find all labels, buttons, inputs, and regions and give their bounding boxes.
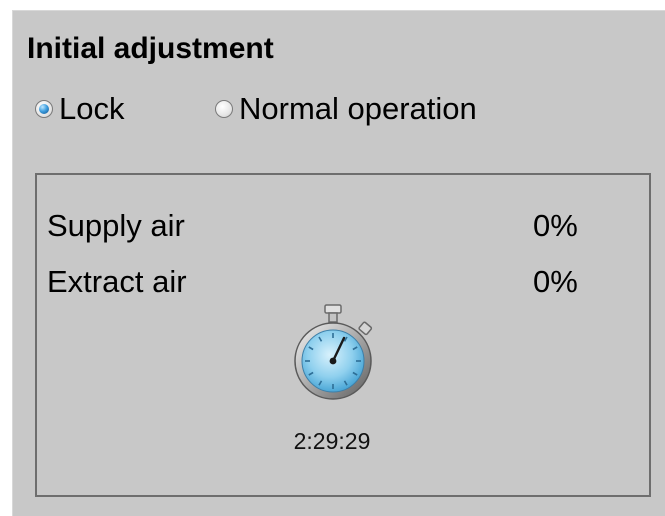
extract-air-value: 0%	[533, 264, 578, 299]
air-status-box: Supply air 0% Extract air 0% 2:29:29	[35, 173, 651, 497]
radio-option-lock[interactable]: Lock	[35, 89, 124, 129]
initial-adjustment-panel: Initial adjustment Lock Normal operation…	[12, 10, 665, 516]
extract-air-label: Extract air	[47, 264, 187, 299]
radio-label-normal-operation: Normal operation	[239, 91, 477, 126]
radio-button-normal-operation[interactable]	[215, 100, 233, 118]
supply-air-label: Supply air	[47, 208, 185, 243]
radio-label-lock: Lock	[59, 91, 125, 126]
radio-button-lock[interactable]	[35, 100, 53, 118]
timer-value: 2:29:29	[293, 428, 371, 454]
panel-title: Initial adjustment	[27, 32, 274, 65]
stopwatch-icon	[294, 304, 373, 400]
radio-option-normal-operation[interactable]: Normal operation	[215, 89, 477, 129]
supply-air-value: 0%	[533, 208, 578, 243]
